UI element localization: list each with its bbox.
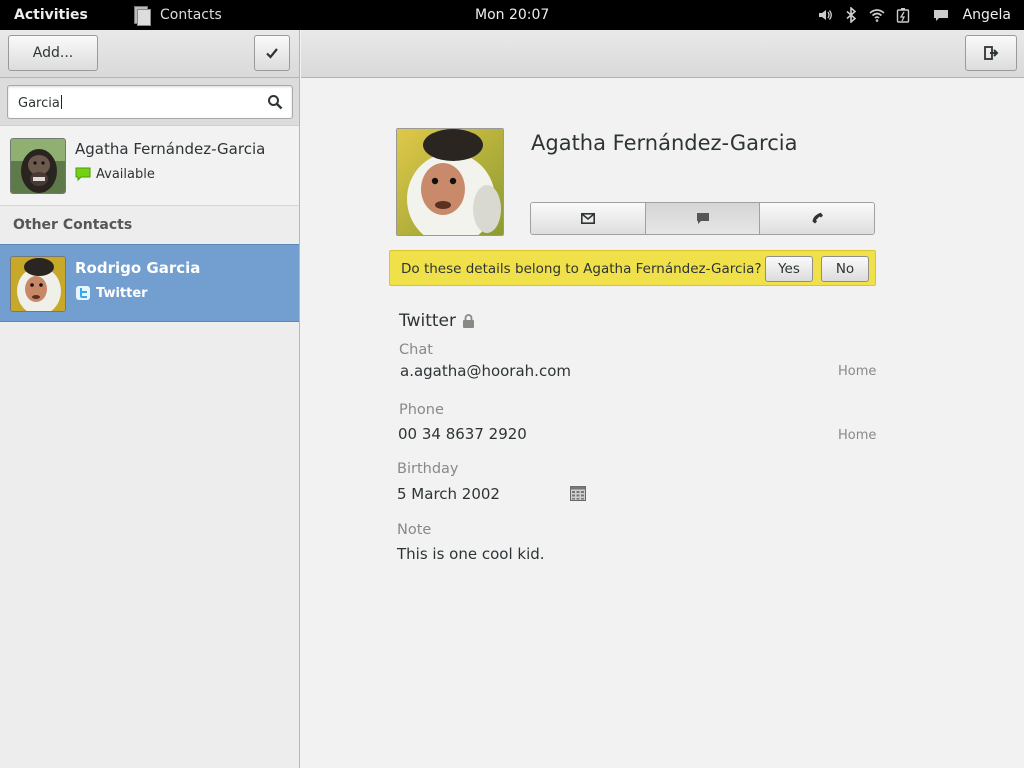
contacts-app-icon — [132, 4, 152, 26]
chat-value[interactable]: a.agatha@hoorah.com — [400, 362, 571, 380]
top-bar: Activities Contacts Mon 20:07 Angela — [0, 0, 1024, 30]
chat-icon[interactable] — [933, 7, 949, 23]
contact-row-selected[interactable]: Rodrigo Garcia Twitter — [0, 244, 299, 322]
contacts-list-pane: Add... Garcia Agatha Fernández-Garcia Av… — [0, 30, 300, 768]
contact-status: Available — [75, 166, 155, 182]
search-input[interactable]: Garcia — [7, 85, 293, 119]
exit-button[interactable] — [965, 35, 1017, 71]
lock-icon — [462, 314, 475, 328]
contact-actions — [530, 202, 875, 235]
app-menu[interactable]: Contacts — [132, 2, 222, 28]
left-toolbar: Add... — [0, 30, 299, 78]
calendar-icon[interactable] — [570, 486, 586, 501]
birthday-value: 5 March 2002 — [397, 485, 500, 503]
envelope-icon — [580, 213, 595, 224]
birthday-label: Birthday — [397, 461, 459, 477]
wifi-icon[interactable] — [869, 7, 885, 23]
phone-value[interactable]: 00 34 8637 2920 — [398, 425, 527, 443]
chat-bubble-icon — [696, 213, 709, 224]
phone-type: Home — [838, 428, 877, 443]
link-question: Do these details belong to Agatha Fernán… — [401, 261, 762, 277]
yes-button[interactable]: Yes — [765, 256, 813, 282]
contact-status: Twitter — [75, 285, 148, 301]
note-label: Note — [397, 522, 432, 538]
send-email-button[interactable] — [531, 203, 646, 234]
chat-type: Home — [838, 364, 877, 379]
battery-icon[interactable] — [895, 7, 911, 23]
twitter-icon — [75, 285, 91, 301]
phone-label: Phone — [399, 402, 444, 418]
app-menu-label: Contacts — [160, 7, 222, 23]
chat-available-icon — [75, 166, 91, 182]
add-contact-button[interactable]: Add... — [8, 35, 98, 71]
contact-status-text: Available — [96, 166, 155, 182]
contact-avatar — [10, 138, 66, 194]
search-icon[interactable] — [267, 94, 283, 110]
select-button[interactable] — [254, 35, 290, 71]
system-tray: Angela — [817, 0, 1024, 30]
checkmark-icon — [266, 48, 278, 59]
other-contacts-header: Other Contacts — [13, 217, 133, 233]
start-chat-button[interactable] — [645, 203, 761, 234]
phone-icon — [812, 212, 823, 224]
link-suggestion-infobar: Do these details belong to Agatha Fernán… — [389, 250, 876, 286]
search-bar: Garcia — [0, 78, 299, 126]
right-toolbar — [301, 30, 1024, 78]
search-text: Garcia — [18, 96, 60, 111]
source-name: Twitter — [399, 311, 456, 331]
exit-icon — [984, 46, 999, 60]
chat-label: Chat — [399, 342, 433, 358]
contact-row[interactable]: Agatha Fernández-Garcia Available — [0, 126, 299, 206]
note-value: This is one cool kid. — [397, 545, 545, 563]
activities-button[interactable]: Activities — [14, 7, 88, 23]
contact-name: Rodrigo Garcia — [75, 259, 201, 277]
call-button[interactable] — [760, 203, 874, 234]
contact-full-name: Agatha Fernández-Garcia — [531, 131, 798, 155]
contact-avatar — [10, 256, 66, 312]
bluetooth-icon[interactable] — [843, 7, 859, 23]
no-button[interactable]: No — [821, 256, 869, 282]
contact-status-text: Twitter — [96, 285, 148, 301]
clock[interactable]: Mon 20:07 — [475, 7, 549, 23]
source-section-title: Twitter — [399, 311, 475, 331]
detail-avatar — [396, 128, 504, 236]
volume-icon[interactable] — [817, 7, 833, 23]
contact-name: Agatha Fernández-Garcia — [75, 140, 266, 158]
user-menu[interactable]: Angela — [963, 7, 1011, 23]
